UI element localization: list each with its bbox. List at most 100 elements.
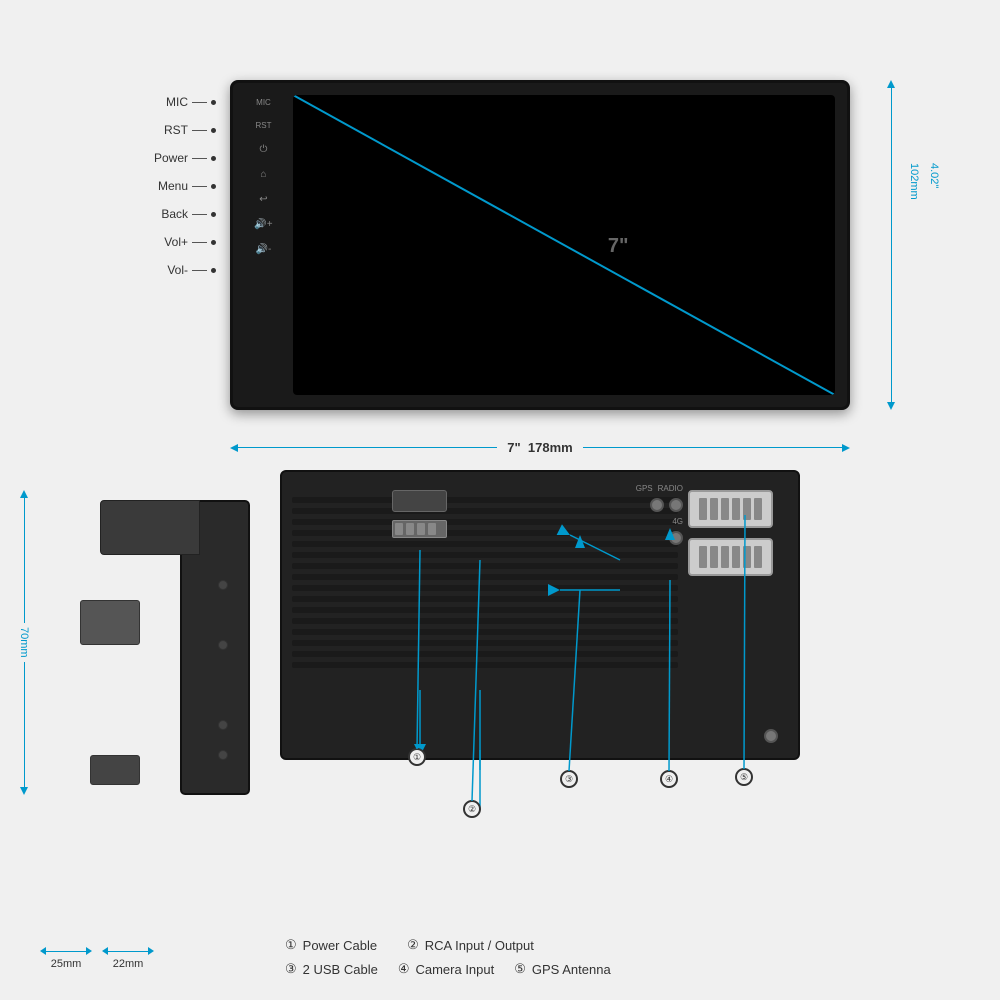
main-connectors <box>688 490 773 576</box>
power-icon: ⏻ <box>241 144 286 155</box>
side-port-4 <box>218 750 228 760</box>
legend-label-4: Camera Input <box>415 962 494 977</box>
top-section: MIC RST Power Menu <box>20 20 980 450</box>
legend-item-2: ② RCA Input / Output <box>407 937 534 953</box>
vent-9 <box>292 585 678 591</box>
4g-label: 4G <box>672 517 683 526</box>
bottom-dimension: 7" 178mm <box>230 440 850 455</box>
dim-line-v <box>891 88 892 245</box>
height-mm-label: 102mm <box>908 163 920 200</box>
arrow-up <box>20 490 28 498</box>
arrow-bottom <box>887 402 895 410</box>
label-line <box>192 186 207 187</box>
label-line <box>192 242 207 243</box>
callout-4: ④ <box>660 770 678 788</box>
dim-line-h <box>238 447 497 448</box>
vent-6 <box>292 552 678 558</box>
legend-label-5: GPS Antenna <box>532 962 611 977</box>
label-dot <box>211 156 216 161</box>
vent-10 <box>292 596 678 602</box>
mic-label: MIC <box>150 95 216 109</box>
vent-7 <box>292 563 678 569</box>
width2-arrow-row <box>102 947 154 955</box>
back-icon: ↩ <box>241 194 286 205</box>
rear-view-section: GPS RADIO 4G <box>280 460 1000 1000</box>
antenna-labels-area: GPS RADIO 4G <box>636 484 683 545</box>
vent-5 <box>292 541 678 547</box>
screen-size-label: 7" <box>608 232 629 258</box>
callout-2: ② <box>463 800 481 818</box>
label-dot <box>211 212 216 217</box>
legend-row-2: ③ 2 USB Cable ④ Camera Input ⑤ GPS Anten… <box>285 961 805 977</box>
s-pin <box>417 523 425 535</box>
width1-label: 25mm <box>51 958 82 970</box>
device-front: MIC RST ⏻ ⌂ ↩ 🔊+ 🔊- 7" <box>230 80 850 410</box>
mic-text: MIC <box>241 98 286 107</box>
front-device-wrapper: MIC RST Power Menu <box>150 80 850 410</box>
aw-line2 <box>108 951 148 952</box>
menu-icon: ⌂ <box>241 169 286 180</box>
vent-13 <box>292 629 678 635</box>
side-port-3 <box>218 720 228 730</box>
legend-label-3: 2 USB Cable <box>303 962 378 977</box>
side-mid-protrusion <box>80 600 140 645</box>
device-side-view <box>70 500 250 800</box>
callout-3: ③ <box>560 770 578 788</box>
legend-num-5: ⑤ <box>514 961 526 977</box>
pin <box>710 498 718 520</box>
pin <box>732 546 740 568</box>
power-label: Power <box>150 151 216 165</box>
v-line <box>24 498 25 623</box>
bottom-section: 70mm <box>0 460 1000 1000</box>
legend-num-4: ④ <box>398 961 410 977</box>
legend-row-1: ① Power Cable ② RCA Input / Output <box>285 937 805 953</box>
dim-line-h2 <box>583 447 842 448</box>
side-top-connector <box>100 500 200 555</box>
device-rear: GPS RADIO 4G <box>280 470 800 760</box>
width2-dim: 22mm <box>102 947 154 970</box>
side-dim-vertical: 70mm <box>18 490 30 795</box>
legend-num-3: ③ <box>285 961 297 977</box>
label-dot <box>211 128 216 133</box>
vent-8 <box>292 574 678 580</box>
aw-line1 <box>46 951 86 952</box>
s-pin <box>428 523 436 535</box>
arrow-down <box>20 787 28 795</box>
volplus-label: Vol+ <box>150 235 216 249</box>
vent-15 <box>292 651 678 657</box>
side-port-2 <box>218 640 228 650</box>
antenna-ports <box>650 498 683 512</box>
device-screen: 7" <box>293 95 835 395</box>
pin <box>754 498 762 520</box>
label-dot <box>211 268 216 273</box>
legend-item-5: ⑤ GPS Antenna <box>514 961 610 977</box>
bottom-width-labels: 25mm 22mm <box>40 947 154 970</box>
volminus-icon: 🔊- <box>241 244 286 255</box>
label-line <box>192 270 207 271</box>
pin <box>721 546 729 568</box>
volminus-label: Vol- <box>150 263 216 277</box>
vent-3 <box>292 519 678 525</box>
label-line <box>192 130 207 131</box>
legend-item-4: ④ Camera Input <box>398 961 494 977</box>
small-conn-1 <box>392 490 447 512</box>
pin <box>732 498 740 520</box>
device-buttons: MIC RST ⏻ ⌂ ↩ 🔊+ 🔊- <box>241 98 286 255</box>
legend-label-1: Power Cable <box>303 938 377 953</box>
bottom-port <box>764 729 778 743</box>
rst-text: RST <box>241 121 286 130</box>
depth-label: 70mm <box>18 623 30 662</box>
v-line2 <box>24 662 25 787</box>
rst-label: RST <box>150 123 216 137</box>
legend-item-1: ① Power Cable <box>285 937 377 953</box>
vent-area <box>292 497 678 748</box>
back-label: Back <box>150 207 216 221</box>
diagonal-line-svg <box>293 95 835 395</box>
s-pin <box>406 523 414 535</box>
side-port-1 <box>218 580 228 590</box>
callout-1: ① <box>408 748 426 766</box>
pin <box>699 546 707 568</box>
aw-right2 <box>148 947 154 955</box>
width2-label: 22mm <box>113 958 144 970</box>
label-dot <box>211 184 216 189</box>
